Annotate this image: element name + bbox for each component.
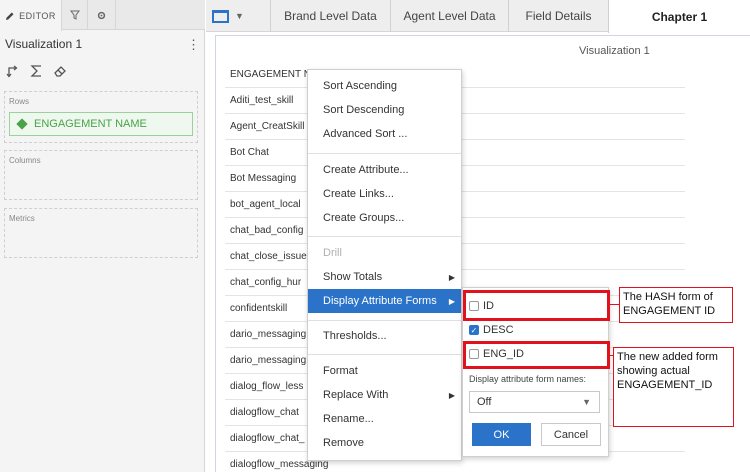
metrics-label: Metrics [9, 214, 35, 223]
submenu-arrow-icon: ▶ [448, 390, 455, 400]
eraser-icon[interactable] [53, 64, 67, 78]
grid-title: Visualization 1 [579, 45, 650, 57]
menu-item-label: Replace With [323, 389, 389, 401]
menu-item-drill: Drill [323, 247, 342, 259]
columns-dropzone[interactable]: Columns [4, 150, 198, 200]
visualization-type-selector[interactable]: ▼ [212, 5, 262, 27]
column-context-menu: Sort Ascending Sort Descending Advanced … [307, 69, 462, 461]
attribute-diamond-icon [16, 118, 28, 130]
menu-item-create-links[interactable]: Create Links... [308, 182, 461, 206]
menu-item-create-groups[interactable]: Create Groups... [308, 206, 461, 230]
menu-item-rename[interactable]: Rename... [308, 407, 461, 431]
editor-toolbar [6, 62, 67, 80]
editor-tabs: EDITOR [0, 0, 205, 31]
form-names-value: Off [477, 396, 492, 408]
menu-divider [308, 153, 461, 154]
menu-item-remove[interactable]: Remove [308, 431, 461, 455]
annotation-highlight-id [463, 290, 610, 321]
visualization-icon [212, 9, 229, 23]
menu-divider [308, 354, 461, 355]
more-options-icon[interactable]: ⋮ [187, 37, 200, 53]
tab-filter[interactable] [62, 0, 88, 30]
cancel-button[interactable]: Cancel [541, 423, 601, 446]
filter-icon [69, 10, 80, 20]
pencil-icon [6, 12, 14, 20]
menu-item-advanced-sort[interactable]: Advanced Sort ... [308, 122, 461, 146]
tab-format[interactable] [88, 0, 116, 30]
editor-panel: EDITOR Visualization 1 ⋮ Rows ENGAGEMENT… [0, 0, 205, 472]
menu-item-display-attribute-forms[interactable]: Display Attribute Forms ▶ [308, 289, 461, 313]
attribute-chip-engagement-name[interactable]: ENGAGEMENT NAME [9, 112, 193, 136]
form-names-label: Display attribute form names: [469, 374, 587, 384]
tab-editor[interactable]: EDITOR [0, 0, 62, 31]
rows-label: Rows [9, 97, 30, 106]
annotation-note-new-form: The new added form showing actual ENGAGE… [613, 347, 734, 427]
gear-icon [97, 11, 106, 19]
form-option-label: DESC [483, 324, 514, 336]
menu-item-label: Show Totals [323, 271, 383, 283]
menu-item-format[interactable]: Format [308, 359, 461, 383]
tab-brand-level-data[interactable]: Brand Level Data [270, 0, 390, 32]
swap-axes-icon[interactable] [6, 64, 20, 78]
chevron-down-icon: ▼ [582, 397, 591, 407]
form-option-desc[interactable]: ✓ DESC [469, 320, 514, 340]
menu-item-label: Display Attribute Forms [323, 295, 437, 307]
submenu-arrow-icon: ▶ [448, 272, 455, 282]
tab-agent-level-data[interactable]: Agent Level Data [390, 0, 508, 32]
annotation-note-hash-form: The HASH form of ENGAGEMENT ID [619, 287, 733, 323]
annotation-connector [610, 304, 619, 305]
menu-divider [308, 320, 461, 321]
menu-item-create-attribute[interactable]: Create Attribute... [308, 158, 461, 182]
menu-item-sort-ascending[interactable]: Sort Ascending [308, 74, 461, 98]
menu-item-thresholds[interactable]: Thresholds... [308, 324, 461, 348]
metrics-dropzone[interactable]: Metrics [4, 208, 198, 258]
tab-field-details[interactable]: Field Details [508, 0, 608, 32]
annotation-highlight-eng-id [463, 341, 610, 369]
submenu-arrow-icon: ▶ [448, 296, 455, 306]
sigma-icon[interactable] [30, 64, 43, 78]
menu-item-show-totals[interactable]: Show Totals ▶ [308, 265, 461, 289]
menu-item-replace-with[interactable]: Replace With ▶ [308, 383, 461, 407]
menu-item-sort-descending[interactable]: Sort Descending [308, 98, 461, 122]
chapter-tab-bar: ▼ Brand Level Data Agent Level Data Fiel… [206, 0, 750, 33]
rows-dropzone[interactable]: Rows ENGAGEMENT NAME [4, 91, 198, 143]
tab-editor-label: EDITOR [19, 10, 56, 21]
form-names-select[interactable]: Off ▼ [469, 391, 600, 413]
tab-chapter-1[interactable]: Chapter 1 [608, 0, 750, 33]
columns-label: Columns [9, 156, 41, 165]
attribute-chip-label: ENGAGEMENT NAME [34, 118, 147, 130]
visualization-name: Visualization 1 [5, 37, 83, 51]
checkbox-checked-icon[interactable]: ✓ [469, 325, 479, 335]
menu-divider [308, 236, 461, 237]
ok-button[interactable]: OK [472, 423, 531, 446]
chevron-down-icon: ▼ [235, 11, 244, 21]
